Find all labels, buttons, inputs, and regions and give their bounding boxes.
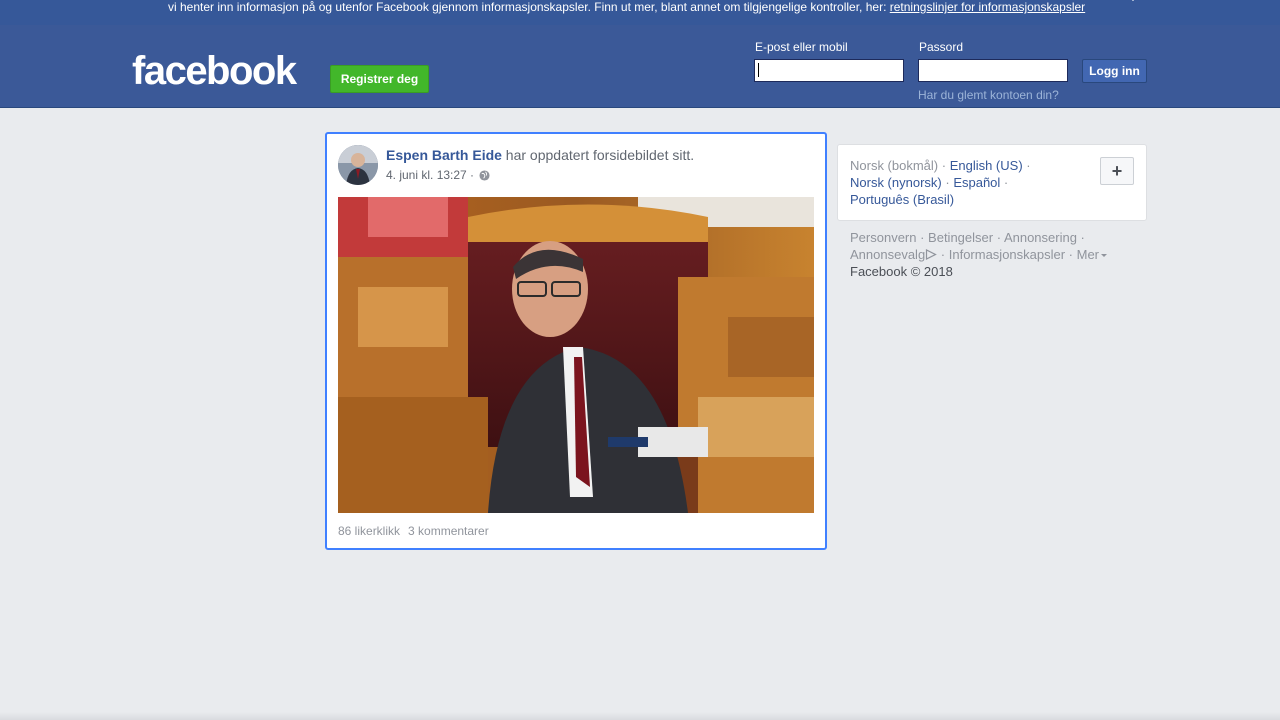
- language-option-portugues-brasil[interactable]: Português (Brasil): [850, 192, 954, 207]
- separator: ·: [941, 175, 954, 190]
- cover-photo[interactable]: [338, 197, 814, 513]
- post-meta: 4. juni kl. 13:27 ·: [386, 168, 490, 182]
- post-timestamp[interactable]: 4. juni kl. 13:27 ·: [386, 168, 477, 182]
- author-link[interactable]: Espen Barth Eide: [386, 147, 502, 163]
- footer-link-annonsering[interactable]: Annonsering: [1004, 230, 1077, 245]
- avatar[interactable]: [338, 145, 378, 185]
- comments-count[interactable]: 3 kommentarer: [408, 524, 489, 538]
- footer-link-annonsevalg[interactable]: Annonsevalg: [850, 247, 925, 262]
- separator: ·: [1022, 158, 1031, 173]
- cover-photo-image: [338, 197, 814, 513]
- close-icon[interactable]: [1124, 0, 1142, 8]
- language-option-espanol[interactable]: Español: [953, 175, 1000, 190]
- register-button[interactable]: Registrer deg: [330, 65, 429, 93]
- bottom-edge: [0, 712, 1280, 720]
- cookie-policy-link[interactable]: retningslinjer for informasjonskapsler: [890, 0, 1085, 14]
- cookie-banner: vi henter inn informasjon på og utenfor …: [0, 0, 1280, 25]
- avatar-image: [338, 145, 378, 185]
- footer-link-informasjonskapsler[interactable]: Informasjonskapsler: [949, 247, 1065, 262]
- language-current: Norsk (bokmål): [850, 158, 939, 173]
- language-selector: Norsk (bokmål) · English (US) · Norsk (n…: [837, 144, 1147, 221]
- email-label: E-post eller mobil: [755, 40, 848, 54]
- text-cursor: [758, 63, 759, 77]
- adchoices-icon: [926, 249, 938, 260]
- post-action-text: har oppdatert forsidebildet sitt.: [501, 147, 695, 163]
- footer-link-mer[interactable]: Mer: [1077, 247, 1099, 262]
- forgot-account-link[interactable]: Har du glemt kontoen din?: [918, 88, 1059, 102]
- separator: ·: [1000, 175, 1009, 190]
- language-list: Norsk (bokmål) · English (US) · Norsk (n…: [850, 157, 1090, 208]
- post-stats: 86 likerklikk 3 kommentarer: [338, 524, 489, 538]
- separator: ·: [938, 158, 950, 173]
- cookie-banner-text: vi henter inn informasjon på og utenfor …: [168, 0, 1085, 14]
- post-card: Espen Barth Eide har oppdatert forsidebi…: [325, 132, 827, 550]
- top-header: facebook Registrer deg E-post eller mobi…: [0, 25, 1280, 108]
- footer-link-betingelser[interactable]: Betingelser: [928, 230, 993, 245]
- password-label: Passord: [919, 40, 964, 54]
- globe-icon: [479, 170, 490, 181]
- likes-count[interactable]: 86 likerklikk: [338, 524, 400, 538]
- cookie-banner-message: vi henter inn informasjon på og utenfor …: [168, 0, 890, 14]
- copyright-text: Facebook © 2018: [850, 264, 953, 279]
- password-field[interactable]: [918, 59, 1068, 82]
- chevron-down-icon: [1101, 254, 1108, 257]
- post-headline: Espen Barth Eide har oppdatert forsidebi…: [386, 147, 694, 163]
- footer-links: Personvern · Betingelser · Annonsering ·…: [850, 229, 1130, 280]
- footer-link-personvern[interactable]: Personvern: [850, 230, 916, 245]
- add-language-button[interactable]: +: [1100, 157, 1134, 185]
- login-button[interactable]: Logg inn: [1082, 59, 1147, 83]
- language-option-norsk-nynorsk[interactable]: Norsk (nynorsk): [850, 175, 942, 190]
- email-field[interactable]: [754, 59, 904, 82]
- language-option-english-us[interactable]: English (US): [950, 158, 1023, 173]
- facebook-logo[interactable]: facebook: [132, 48, 297, 94]
